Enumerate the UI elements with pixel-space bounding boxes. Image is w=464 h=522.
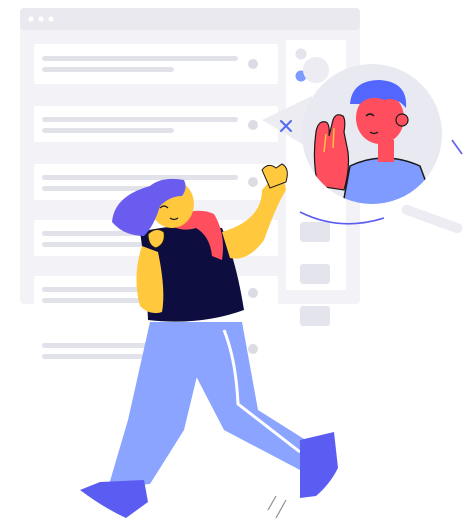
list-card (34, 44, 278, 84)
list-card (34, 106, 278, 142)
illustration-scene (0, 0, 464, 522)
window-dots-icon (28, 16, 54, 22)
waving-hand-icon (313, 114, 350, 191)
illustration-svg (20, 8, 463, 519)
shoe (300, 432, 338, 498)
shoe (80, 480, 148, 518)
